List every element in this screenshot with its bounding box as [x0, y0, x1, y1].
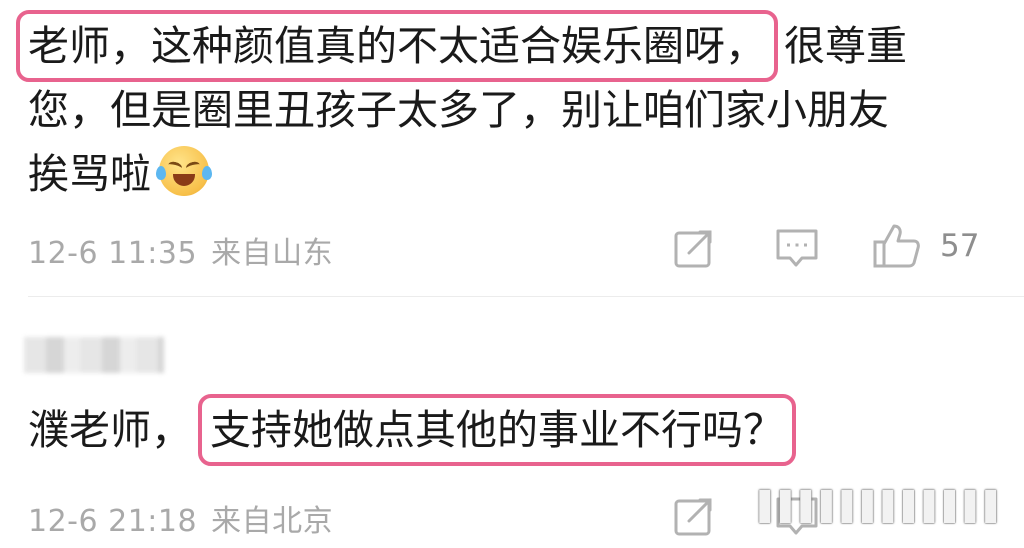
comment-1-highlight: 老师，这种颜值真的不太适合娱乐圈呀， — [16, 10, 778, 82]
comment-2-meta: 12-6 21:18 来自北京 — [28, 496, 333, 540]
comment-1-location: 来自山东 — [211, 236, 334, 271]
laughing-crying-emoji-icon — [156, 146, 212, 196]
comment-2-prefix: 濮老师， — [28, 406, 192, 454]
share-icon[interactable] — [672, 494, 716, 538]
share-icon[interactable] — [672, 226, 716, 270]
comment-divider — [28, 296, 1024, 297]
comment-1-line3: 挨骂啦 — [28, 150, 151, 198]
comment-icon[interactable] — [774, 226, 820, 270]
comment-1-text: 老师，这种颜值真的不太适合娱乐圈呀， 很尊重您，但是圈里丑孩子太多了，别让咱们家小… — [16, 10, 907, 206]
comment-2-text: 濮老师， 支持她做点其他的事业不行吗？ — [28, 394, 796, 466]
comment-1-time: 12-6 11:35 — [28, 236, 198, 271]
comment-2-location: 来自北京 — [211, 504, 334, 539]
comment-2-highlight: 支持她做点其他的事业不行吗？ — [198, 394, 796, 466]
comment-1-line2: 您，但是圈里丑孩子太多了，别让咱们家小朋友 — [28, 86, 889, 134]
comment-1-meta: 12-6 11:35 来自山东 — [28, 228, 333, 272]
like-thumb-icon[interactable] — [872, 222, 922, 270]
comment-2-time: 12-6 21:18 — [28, 504, 198, 539]
like-count: 57 — [940, 228, 980, 264]
comment-1-line1-rest: 很尊重 — [784, 22, 907, 70]
blurred-username — [24, 337, 164, 373]
watermark: ▌▌▌▌▌▌▌▌▌▌▌▌ — [759, 490, 1007, 523]
